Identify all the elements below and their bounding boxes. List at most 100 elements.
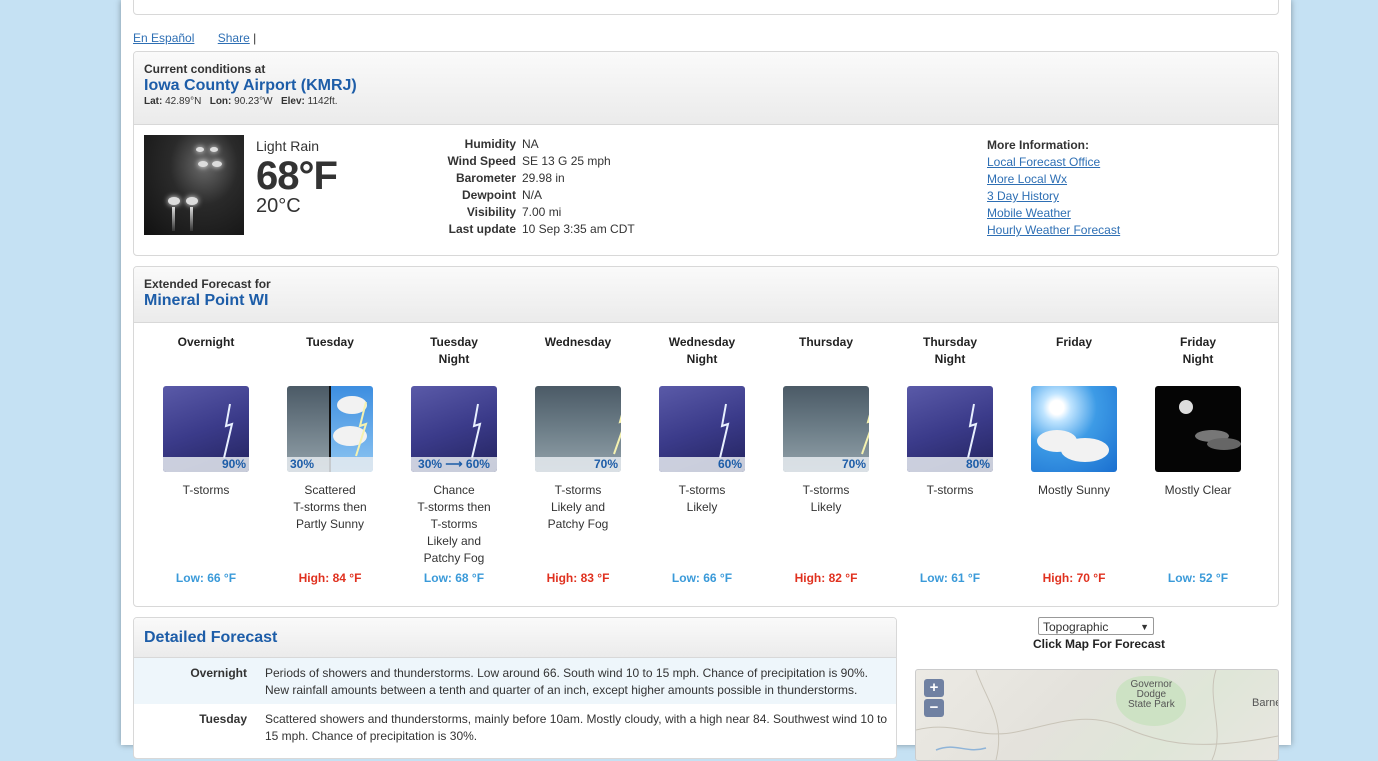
detailed-forecast-panel: Detailed Forecast Overnight Periods of s… bbox=[133, 617, 897, 759]
zoom-in-button[interactable]: + bbox=[924, 679, 944, 697]
period-name: Thursday Night bbox=[922, 335, 977, 366]
forecast-period: Friday Night Mostly Clear bbox=[1136, 334, 1260, 572]
forecast-period: Thursday 70% T-storms Likely bbox=[764, 334, 888, 572]
detailed-period-label: Overnight bbox=[190, 666, 247, 680]
precip-chance: 60% bbox=[659, 457, 745, 472]
current-details-table: Humidity NA Wind Speed SE 13 G 25 mph Baro… bbox=[424, 137, 635, 239]
day-thunderstorm-icon: 70% bbox=[535, 386, 621, 472]
extended-forecast-panel: Extended Forecast for Mineral Point WI O… bbox=[133, 266, 1279, 607]
mobile-weather-link[interactable]: Mobile Weather bbox=[987, 205, 1120, 222]
forecast-period: Thursday Night 80% T-storms bbox=[888, 334, 1012, 572]
precip-chance: 90% bbox=[163, 457, 249, 472]
detail-row: Wind Speed SE 13 G 25 mph bbox=[447, 154, 611, 168]
forecast-location: Mineral Point WI bbox=[144, 292, 269, 309]
detailed-forecast-header: Detailed Forecast bbox=[134, 618, 896, 658]
forecast-period: Tuesday 30% Scattered T-storms then Partly… bbox=[268, 334, 392, 572]
map-place-label: Barne bbox=[1252, 697, 1279, 709]
detailed-forecast-row: Tuesday Scattered showers and thundersto… bbox=[134, 704, 896, 758]
current-conditions-header: Current conditions at Iowa County Airpor… bbox=[134, 52, 1278, 125]
page: En Español Share | Current conditions at… bbox=[121, 0, 1291, 761]
3-day-history-link[interactable]: 3 Day History bbox=[987, 188, 1120, 205]
day-thunderstorm-icon: 70% bbox=[783, 386, 869, 472]
short-forecast: T-storms Likely bbox=[802, 483, 850, 514]
forecast-period: Wednesday Night 60% T-storms Likely bbox=[640, 334, 764, 572]
forecast-temp: Low: 66 °F bbox=[175, 571, 237, 585]
detailed-period-text: Scattered showers and thunderstorms, mai… bbox=[265, 712, 888, 743]
forecast-temp: High: 82 °F bbox=[794, 571, 858, 585]
storm-then-sunny-icon: 30% bbox=[287, 386, 373, 472]
current-temp-f: 68°F bbox=[256, 154, 338, 198]
clear-night-icon bbox=[1155, 386, 1241, 472]
thunderstorm-icon: 80% bbox=[907, 386, 993, 472]
thunderstorm-icon: 30% ⟶ 60% bbox=[411, 386, 497, 472]
forecast-temp: Low: 52 °F bbox=[1167, 571, 1229, 585]
current-description: Light Rain bbox=[256, 138, 320, 154]
detail-row: Humidity NA bbox=[464, 137, 539, 151]
more-information-title: More Information: bbox=[987, 138, 1089, 152]
detailed-period-label: Tuesday bbox=[199, 712, 247, 726]
forecast-period: Wednesday 70% T-storms Likely and Patchy F… bbox=[516, 334, 640, 572]
short-forecast: T-storms Likely and Patchy Fog bbox=[547, 483, 609, 531]
station-name: Iowa County Airport (KMRJ) bbox=[144, 77, 357, 94]
precip-chance: 70% bbox=[783, 457, 869, 472]
detail-row: Dewpoint N/A bbox=[462, 188, 543, 202]
top-panel bbox=[133, 0, 1279, 15]
short-forecast: T-storms bbox=[926, 483, 974, 497]
thunderstorm-icon: 60% bbox=[659, 386, 745, 472]
detail-row: Barometer 29.98 in bbox=[455, 171, 565, 185]
precip-chance: 30% bbox=[287, 457, 373, 472]
period-name: Wednesday bbox=[544, 335, 612, 349]
map-place-label: Governor Dodge State Park bbox=[1128, 679, 1175, 710]
forecast-temp: Low: 68 °F bbox=[423, 571, 485, 585]
forecast-temp: Low: 66 °F bbox=[671, 571, 733, 585]
precip-chance: 70% bbox=[535, 457, 621, 472]
en-espanol-link[interactable]: En Español bbox=[133, 31, 194, 45]
forecast-temp: Low: 61 °F bbox=[919, 571, 981, 585]
links-row: En Español Share | bbox=[133, 31, 256, 45]
zoom-out-button[interactable]: − bbox=[924, 699, 944, 717]
detail-row: Last update 10 Sep 3:35 am CDT bbox=[448, 222, 635, 236]
forecast-temp: High: 83 °F bbox=[546, 571, 610, 585]
detailed-forecast-row: Overnight Periods of showers and thunder… bbox=[134, 658, 896, 704]
forecast-period: Tuesday Night 30% ⟶ 60% Chance T-storms th… bbox=[392, 334, 516, 572]
more-local-wx-link[interactable]: More Local Wx bbox=[987, 171, 1120, 188]
forecast-period: Overnight 90% T-storms bbox=[144, 334, 268, 572]
map-type-select[interactable]: Topographic ▼ bbox=[1038, 617, 1154, 635]
period-name: Friday Night bbox=[1179, 335, 1216, 366]
detailed-forecast-title: Detailed Forecast bbox=[144, 629, 278, 646]
period-name: Tuesday bbox=[306, 335, 354, 349]
more-information: More Information: Local Forecast Office … bbox=[987, 137, 1120, 239]
period-name: Thursday bbox=[798, 335, 853, 349]
period-name: Wednesday Night bbox=[668, 335, 736, 366]
short-forecast: Mostly Sunny bbox=[1037, 483, 1111, 497]
forecast-map[interactable]: + − Governor Dodge State Park Barne bbox=[915, 669, 1279, 761]
period-name: Tuesday Night bbox=[430, 335, 478, 366]
share-link[interactable]: Share bbox=[218, 31, 250, 45]
period-name: Overnight bbox=[177, 335, 235, 349]
short-forecast: T-storms bbox=[182, 483, 230, 497]
precip-chance: 80% bbox=[907, 457, 993, 472]
period-name: Friday bbox=[1055, 335, 1092, 349]
hourly-weather-forecast-link[interactable]: Hourly Weather Forecast bbox=[987, 222, 1120, 239]
forecast-temp: High: 70 °F bbox=[1042, 571, 1106, 585]
short-forecast: Mostly Clear bbox=[1164, 483, 1232, 497]
detail-row: Visibility 7.00 mi bbox=[466, 205, 562, 219]
short-forecast: Scattered T-storms then Partly Sunny bbox=[293, 483, 367, 531]
detailed-period-text: Periods of showers and thunderstorms. Lo… bbox=[265, 666, 869, 697]
forecast-period: Friday Mostly Sunny bbox=[1012, 334, 1136, 572]
station-coordinates: Lat: 42.89°N Lon: 90.23°W Elev: 1142ft. bbox=[144, 96, 338, 107]
current-temp-c: 20°C bbox=[256, 195, 301, 217]
precip-chance: 30% ⟶ 60% bbox=[411, 457, 497, 472]
short-forecast: T-storms Likely bbox=[678, 483, 726, 514]
current-conditions-label: Current conditions at bbox=[144, 62, 266, 76]
light-rain-icon bbox=[144, 135, 244, 235]
local-forecast-office-link[interactable]: Local Forecast Office bbox=[987, 154, 1120, 171]
separator: | bbox=[253, 31, 257, 45]
map-caption: Click Map For Forecast bbox=[1033, 637, 1166, 651]
current-conditions-panel: Current conditions at Iowa County Airpor… bbox=[133, 51, 1279, 256]
sunny-icon bbox=[1031, 386, 1117, 472]
forecast-temp: High: 84 °F bbox=[298, 571, 362, 585]
extended-forecast-header: Extended Forecast for Mineral Point WI bbox=[134, 267, 1278, 323]
short-forecast: Chance T-storms then T-storms Likely and Pat… bbox=[417, 483, 491, 565]
thunderstorm-icon: 90% bbox=[163, 386, 249, 472]
